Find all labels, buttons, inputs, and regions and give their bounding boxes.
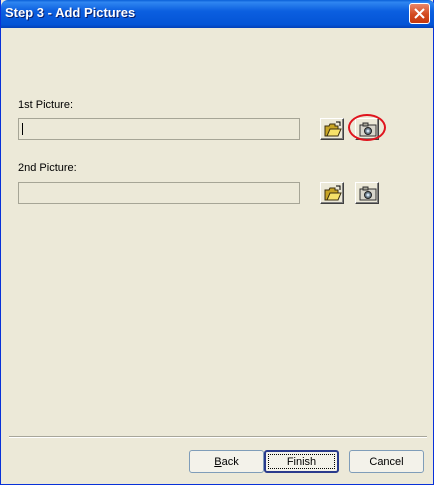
open-folder-icon [324, 121, 342, 137]
back-button-mnemonic: B [214, 455, 222, 468]
second-picture-field[interactable] [18, 182, 300, 204]
camera-button-highlight-circle [348, 114, 386, 141]
finish-button[interactable]: Finish [264, 450, 339, 473]
second-picture-label: 2nd Picture: [18, 162, 77, 174]
first-picture-field[interactable] [18, 118, 300, 140]
cancel-button[interactable]: Cancel [349, 450, 424, 473]
second-picture-capture-button[interactable] [355, 182, 379, 204]
cancel-button-label: Cancel [369, 455, 404, 468]
back-button-label: ack [221, 455, 239, 468]
finish-button-label: Finish [286, 455, 317, 468]
dialog-window: Step 3 - Add Pictures 1st Picture: 2nd P… [0, 0, 434, 485]
first-picture-browse-button[interactable] [320, 118, 344, 140]
close-button[interactable] [409, 3, 430, 24]
back-button[interactable]: Back [189, 450, 264, 473]
open-folder-icon [324, 185, 342, 201]
camera-icon [359, 186, 377, 201]
first-picture-label: 1st Picture: [18, 99, 74, 111]
close-icon [414, 8, 425, 19]
text-caret [22, 123, 23, 135]
window-title: Step 3 - Add Pictures [5, 5, 136, 20]
second-picture-browse-button[interactable] [320, 182, 344, 204]
footer-separator [9, 436, 427, 438]
title-bar[interactable]: Step 3 - Add Pictures [1, 0, 434, 28]
